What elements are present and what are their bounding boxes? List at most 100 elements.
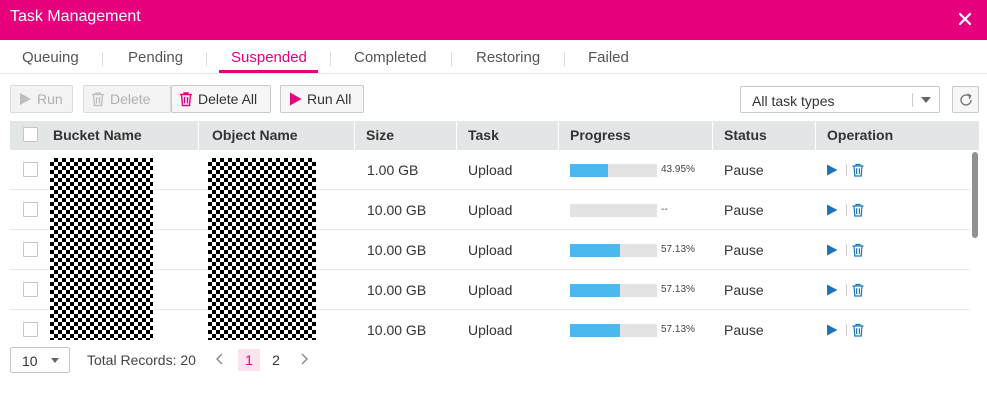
row-checkbox[interactable] — [23, 202, 38, 217]
progress-text: 43.95% — [661, 164, 695, 175]
tab-failed[interactable]: Failed — [588, 49, 629, 66]
column-divider — [456, 121, 457, 150]
page-size-value: 10 — [22, 353, 38, 369]
object-name-redacted — [208, 270, 316, 310]
task-table-body: 1.00 GB Upload 43.95% Pause 10.00 GB Upl… — [10, 150, 970, 340]
object-name-redacted — [208, 310, 316, 340]
tab-divider — [206, 52, 207, 66]
tab-bar: Queuing Pending Suspended Completed Rest… — [0, 40, 987, 74]
trash-icon[interactable] — [851, 283, 865, 297]
task-cell: Upload — [468, 202, 513, 218]
row-checkbox[interactable] — [23, 282, 38, 297]
tab-divider — [102, 52, 103, 66]
status-cell: Pause — [724, 322, 764, 338]
size-cell: 1.00 GB — [367, 162, 419, 178]
status-cell: Pause — [724, 242, 764, 258]
delete-button-label: Delete — [110, 91, 151, 107]
chevron-left-icon[interactable] — [214, 351, 226, 367]
pagination: 10 Total Records: 20 1 2 — [10, 347, 979, 374]
delete-button[interactable]: Delete — [83, 85, 171, 113]
progress-text: -- — [661, 204, 668, 215]
task-cell: Upload — [468, 322, 513, 338]
row-checkbox[interactable] — [23, 162, 38, 177]
active-tab-indicator — [219, 70, 318, 73]
task-type-select[interactable]: All task types — [740, 86, 940, 113]
caret-down-icon — [51, 358, 59, 363]
size-cell: 10.00 GB — [367, 282, 427, 298]
trash-icon[interactable] — [851, 243, 865, 257]
select-divider — [912, 93, 913, 107]
close-icon[interactable] — [955, 9, 975, 29]
status-cell: Pause — [724, 162, 764, 178]
select-all-checkbox[interactable] — [23, 127, 38, 142]
run-button-label: Run — [37, 91, 63, 107]
tab-pending[interactable]: Pending — [128, 49, 183, 66]
delete-all-button-label: Delete All — [198, 91, 258, 107]
size-cell: 10.00 GB — [367, 242, 427, 258]
progress-fill — [570, 244, 620, 257]
trash-icon — [180, 92, 192, 107]
task-type-select-value: All task types — [752, 93, 835, 109]
bucket-name-redacted — [50, 270, 153, 310]
operation-divider — [846, 324, 847, 336]
table-scrollbar[interactable] — [972, 152, 978, 238]
table-header: Bucket Name Object Name Size Task Progre… — [10, 121, 979, 150]
column-header-progress[interactable]: Progress — [570, 127, 631, 143]
column-header-object-name[interactable]: Object Name — [212, 127, 298, 143]
tab-completed[interactable]: Completed — [354, 49, 427, 66]
chevron-right-icon[interactable] — [298, 351, 310, 367]
page-size-select[interactable]: 10 — [10, 347, 70, 373]
play-icon[interactable] — [826, 164, 838, 176]
row-checkbox[interactable] — [23, 322, 38, 337]
play-icon[interactable] — [826, 244, 838, 256]
progress-bar — [570, 244, 657, 257]
row-checkbox[interactable] — [23, 242, 38, 257]
bucket-name-redacted — [50, 190, 153, 230]
object-name-redacted — [208, 230, 316, 270]
run-button[interactable]: Run — [10, 85, 73, 113]
column-divider — [198, 121, 199, 150]
tab-divider — [330, 52, 331, 66]
table-row: 10.00 GB Upload 57.13% Pause — [10, 310, 970, 340]
operation-divider — [846, 284, 847, 296]
size-cell: 10.00 GB — [367, 322, 427, 338]
run-all-button-label: Run All — [307, 91, 352, 107]
caret-down-icon — [921, 97, 931, 103]
progress-bar — [570, 204, 657, 217]
trash-icon — [92, 92, 104, 107]
total-records: Total Records: 20 — [87, 352, 196, 368]
column-header-bucket-name[interactable]: Bucket Name — [53, 127, 142, 143]
play-icon[interactable] — [826, 324, 838, 336]
delete-all-button[interactable]: Delete All — [171, 85, 271, 113]
column-header-status[interactable]: Status — [724, 127, 767, 143]
column-divider — [558, 121, 559, 150]
progress-text: 57.13% — [661, 244, 695, 255]
progress-fill — [570, 164, 609, 177]
trash-icon[interactable] — [851, 203, 865, 217]
progress-fill — [570, 284, 620, 297]
object-name-redacted — [208, 190, 316, 230]
trash-icon[interactable] — [851, 323, 865, 337]
column-header-task[interactable]: Task — [468, 127, 499, 143]
size-cell: 10.00 GB — [367, 202, 427, 218]
run-all-button[interactable]: Run All — [280, 85, 364, 113]
column-header-operation: Operation — [827, 127, 894, 143]
play-icon — [290, 92, 302, 106]
status-cell: Pause — [724, 202, 764, 218]
operation-divider — [846, 164, 847, 176]
tab-suspended[interactable]: Suspended — [231, 49, 307, 66]
refresh-icon — [960, 93, 972, 106]
page-1-button[interactable]: 1 — [238, 349, 260, 371]
page-2-button[interactable]: 2 — [265, 349, 287, 371]
column-header-size[interactable]: Size — [366, 127, 394, 143]
tab-queuing[interactable]: Queuing — [22, 49, 79, 66]
bucket-name-redacted — [50, 310, 153, 340]
refresh-button[interactable] — [952, 86, 979, 113]
play-icon — [20, 93, 31, 105]
play-icon[interactable] — [826, 204, 838, 216]
trash-icon[interactable] — [851, 163, 865, 177]
task-cell: Upload — [468, 162, 513, 178]
tab-restoring[interactable]: Restoring — [476, 49, 540, 66]
play-icon[interactable] — [826, 284, 838, 296]
task-cell: Upload — [468, 242, 513, 258]
